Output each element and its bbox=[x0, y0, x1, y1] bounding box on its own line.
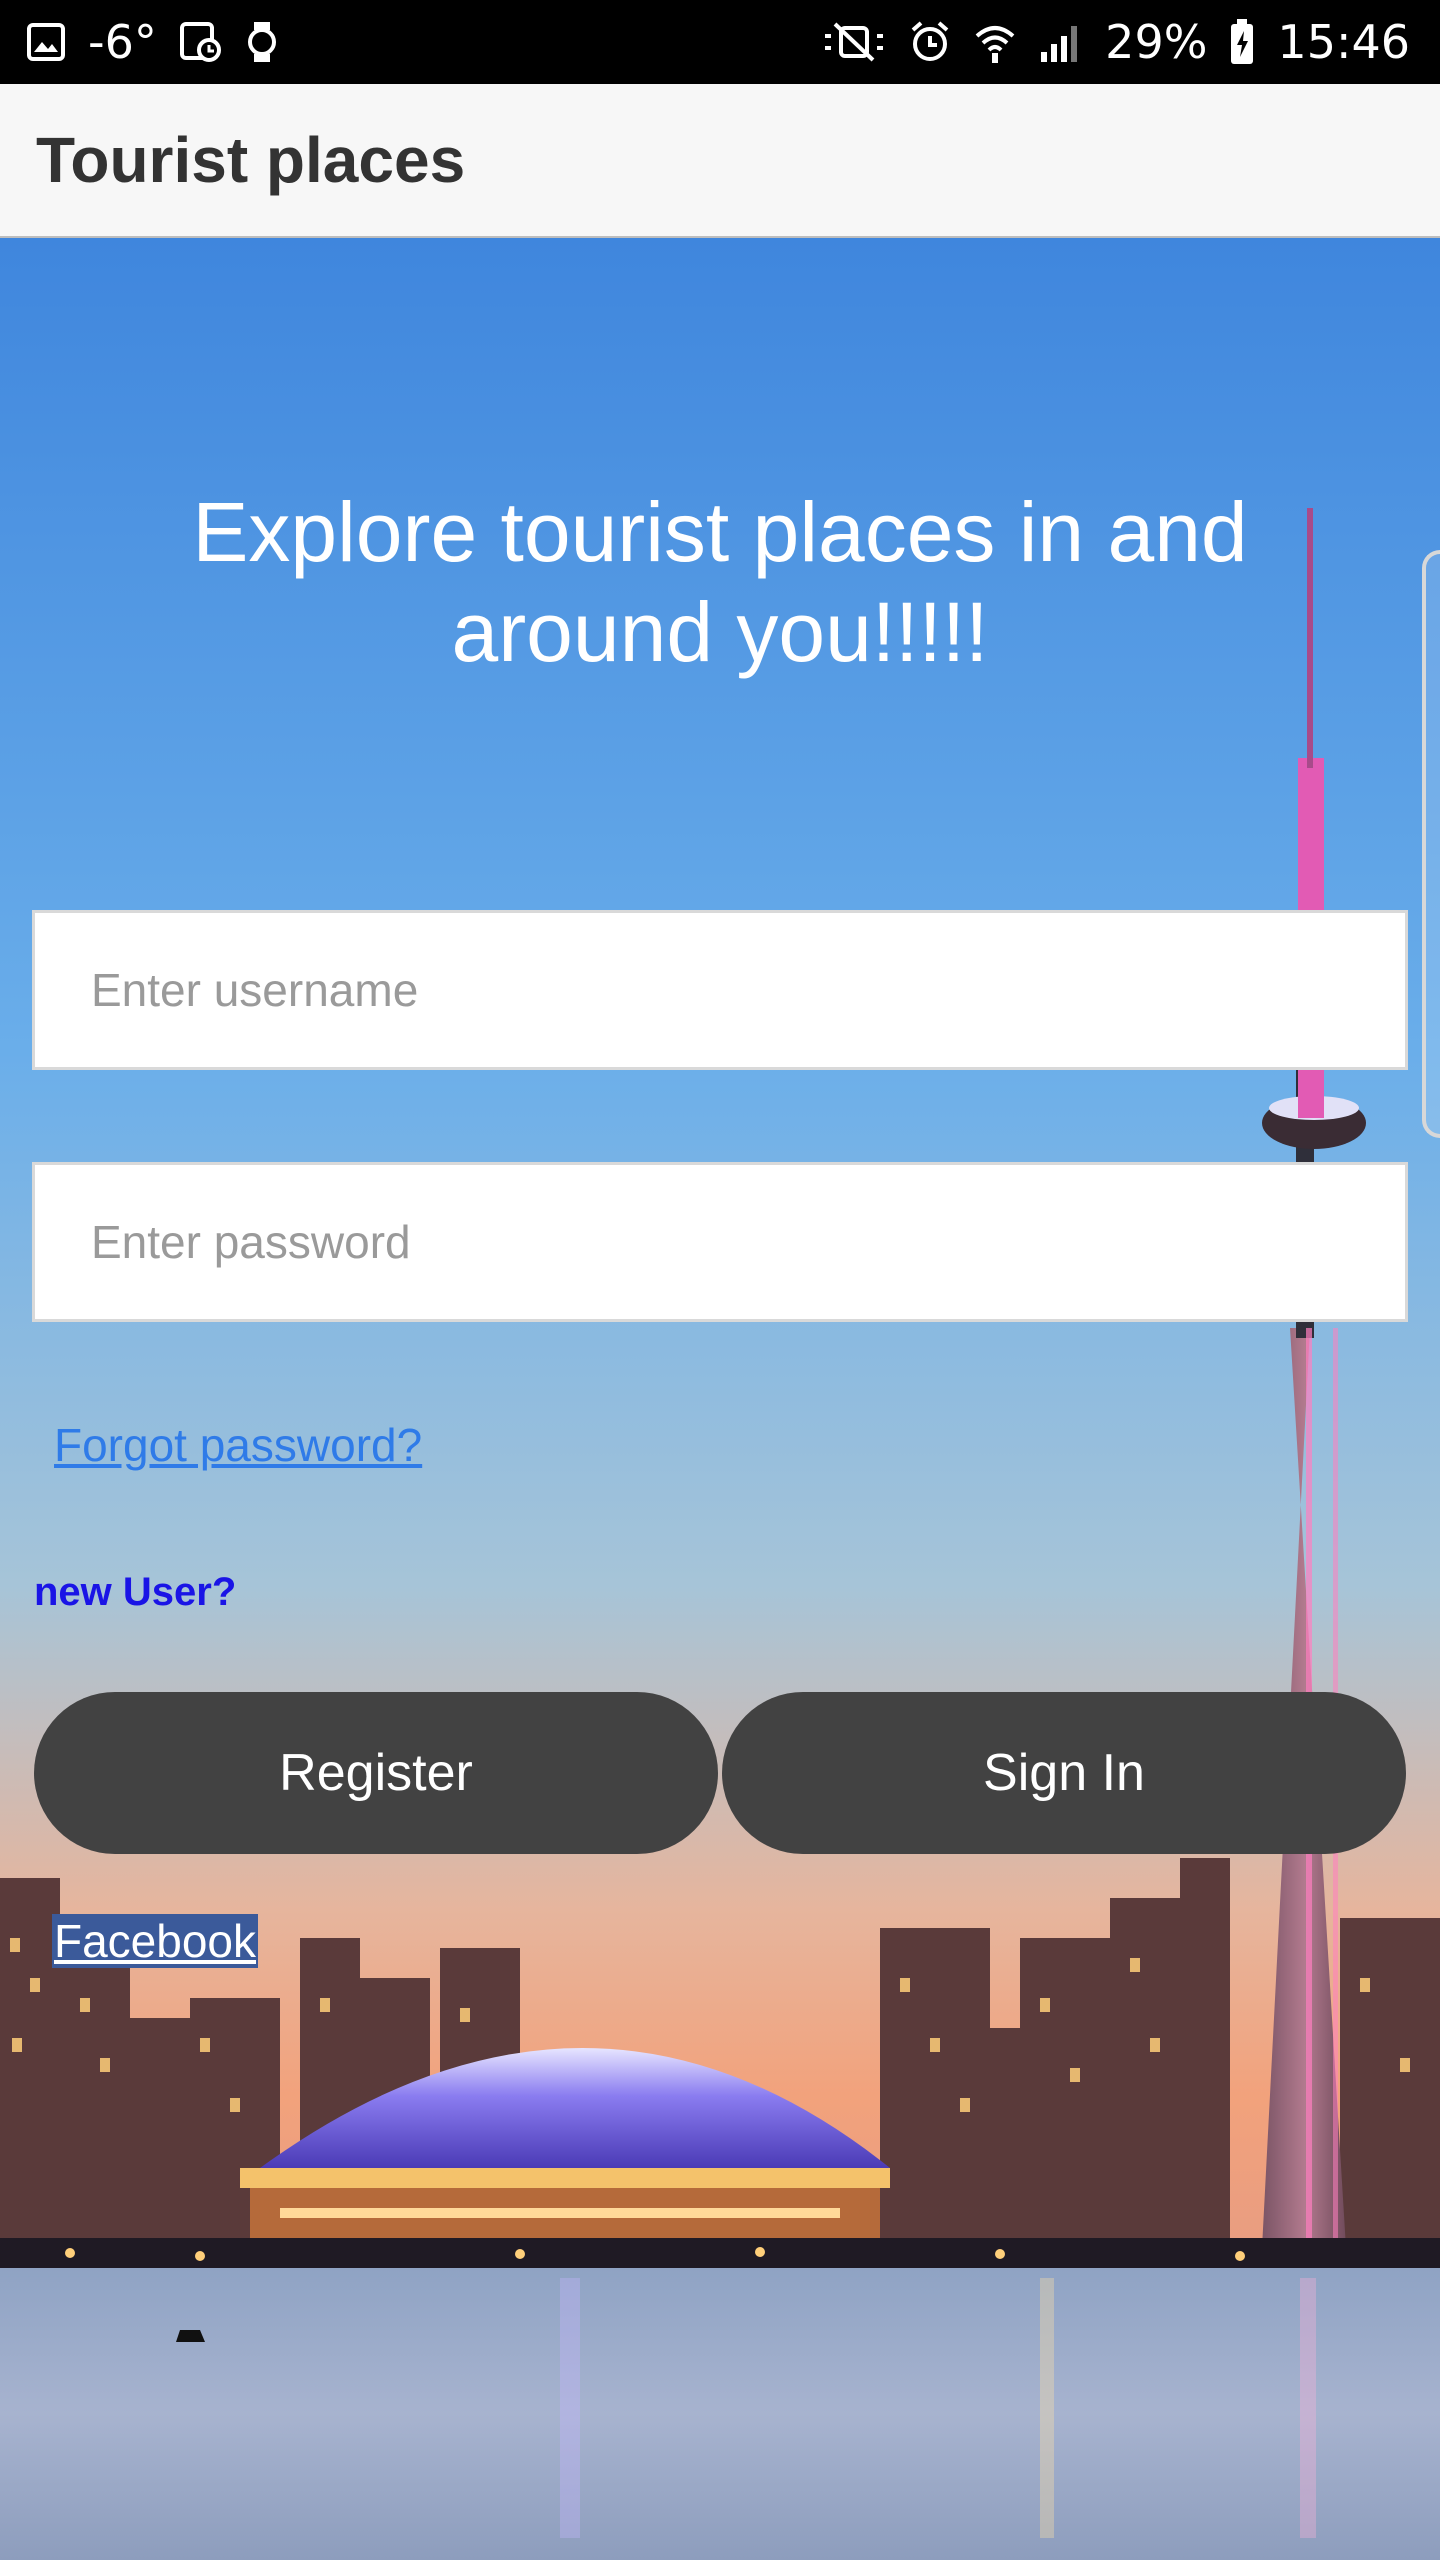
edge-panel-handle[interactable] bbox=[1422, 550, 1440, 1138]
wifi-icon bbox=[973, 20, 1017, 64]
sign-in-button[interactable]: Sign In bbox=[722, 1692, 1406, 1854]
watch-icon bbox=[245, 20, 279, 64]
app-title: Tourist places bbox=[36, 124, 466, 196]
clock-time: 15:46 bbox=[1277, 15, 1410, 69]
password-input[interactable] bbox=[35, 1165, 1405, 1319]
facebook-link[interactable]: Facebook bbox=[52, 1914, 259, 1968]
username-input[interactable] bbox=[35, 913, 1405, 1067]
alarm-icon bbox=[909, 20, 951, 64]
temperature-text: -6° bbox=[88, 15, 157, 69]
register-button[interactable]: Register bbox=[34, 1692, 718, 1854]
username-field[interactable] bbox=[32, 910, 1408, 1070]
new-user-label: new User? bbox=[34, 1570, 237, 1614]
image-icon bbox=[26, 22, 66, 62]
forgot-password-link[interactable]: Forgot password? bbox=[54, 1418, 422, 1472]
mute-icon bbox=[821, 20, 887, 64]
password-field[interactable] bbox=[32, 1162, 1408, 1322]
battery-percent: 29% bbox=[1105, 15, 1208, 69]
app-bar: Tourist places bbox=[0, 84, 1440, 238]
signal-icon bbox=[1039, 20, 1083, 64]
status-bar: -6° 29% 15:46 bbox=[0, 0, 1440, 84]
battery-icon bbox=[1229, 19, 1255, 65]
headline-text: Explore tourist places in and around you… bbox=[192, 485, 1248, 679]
calendar-icon bbox=[179, 20, 223, 64]
